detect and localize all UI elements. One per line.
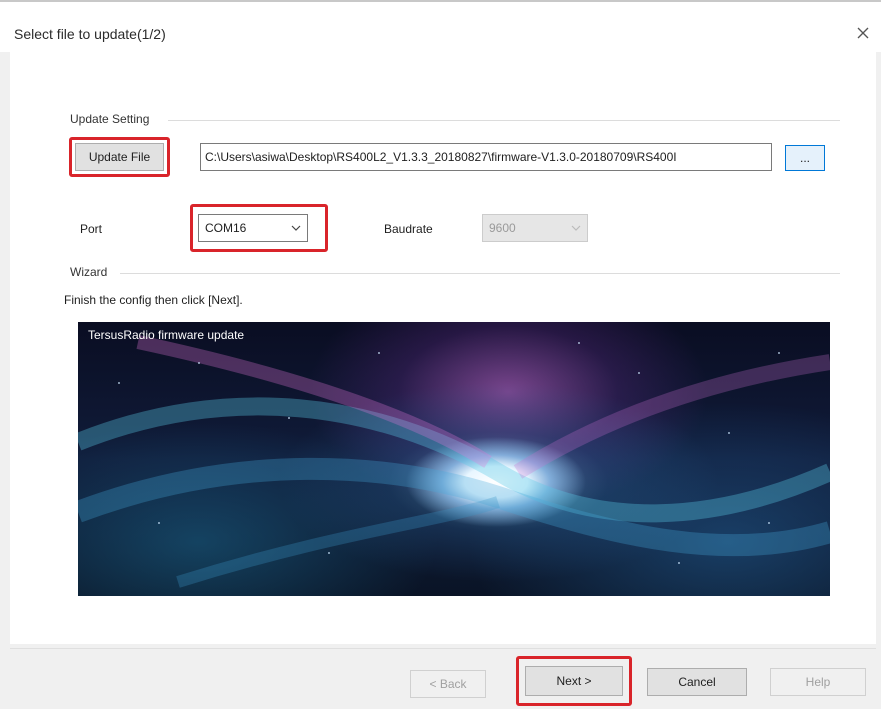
file-path-field[interactable]: C:\Users\asiwa\Desktop\RS400L2_V1.3.3_20… xyxy=(200,143,772,171)
cancel-button[interactable]: Cancel xyxy=(647,668,747,696)
star xyxy=(158,522,160,524)
close-icon xyxy=(857,27,869,39)
update-setting-group-label: Update Setting xyxy=(70,112,150,126)
window-title: Select file to update(1/2) xyxy=(14,26,166,42)
close-button[interactable] xyxy=(848,18,878,48)
star xyxy=(678,562,680,564)
help-button[interactable]: Help xyxy=(770,668,866,696)
star xyxy=(328,552,330,554)
star xyxy=(778,352,780,354)
back-button-label: < Back xyxy=(429,677,467,691)
banner-caption: TersusRadio firmware update xyxy=(88,328,245,342)
baudrate-select-value: 9600 xyxy=(489,221,516,235)
star xyxy=(288,417,290,419)
cancel-button-label: Cancel xyxy=(678,675,716,689)
next-button-label: Next > xyxy=(556,674,592,688)
star xyxy=(198,362,200,364)
title-bar: Select file to update(1/2) xyxy=(0,2,881,52)
wizard-group-label: Wizard xyxy=(70,265,108,279)
baudrate-select[interactable]: 9600 xyxy=(482,214,588,242)
star xyxy=(378,352,380,354)
update-file-button[interactable]: Update File xyxy=(75,143,164,171)
next-button[interactable]: Next > xyxy=(525,666,623,696)
back-button[interactable]: < Back xyxy=(410,670,486,698)
star xyxy=(578,342,580,344)
browse-button-label: ... xyxy=(799,151,810,165)
browse-button[interactable]: ... xyxy=(785,145,825,171)
wizard-instruction: Finish the config then click [Next]. xyxy=(64,293,243,307)
footer-divider xyxy=(10,648,876,649)
star xyxy=(768,522,770,524)
port-label: Port xyxy=(80,222,103,236)
star xyxy=(638,372,640,374)
star xyxy=(728,432,730,434)
update-file-button-label: Update File xyxy=(88,150,151,164)
port-select-value: COM16 xyxy=(205,221,247,235)
wizard-divider xyxy=(120,273,840,274)
help-button-label: Help xyxy=(805,675,831,689)
star xyxy=(118,382,120,384)
chevron-down-icon xyxy=(291,225,301,231)
update-setting-divider xyxy=(168,120,840,121)
port-select[interactable]: COM16 xyxy=(198,214,308,242)
baudrate-label: Baudrate xyxy=(384,222,433,236)
firmware-update-banner: TersusRadio firmware update xyxy=(78,322,830,596)
galaxy-swirl-image xyxy=(78,335,830,588)
chevron-down-icon xyxy=(571,225,581,231)
